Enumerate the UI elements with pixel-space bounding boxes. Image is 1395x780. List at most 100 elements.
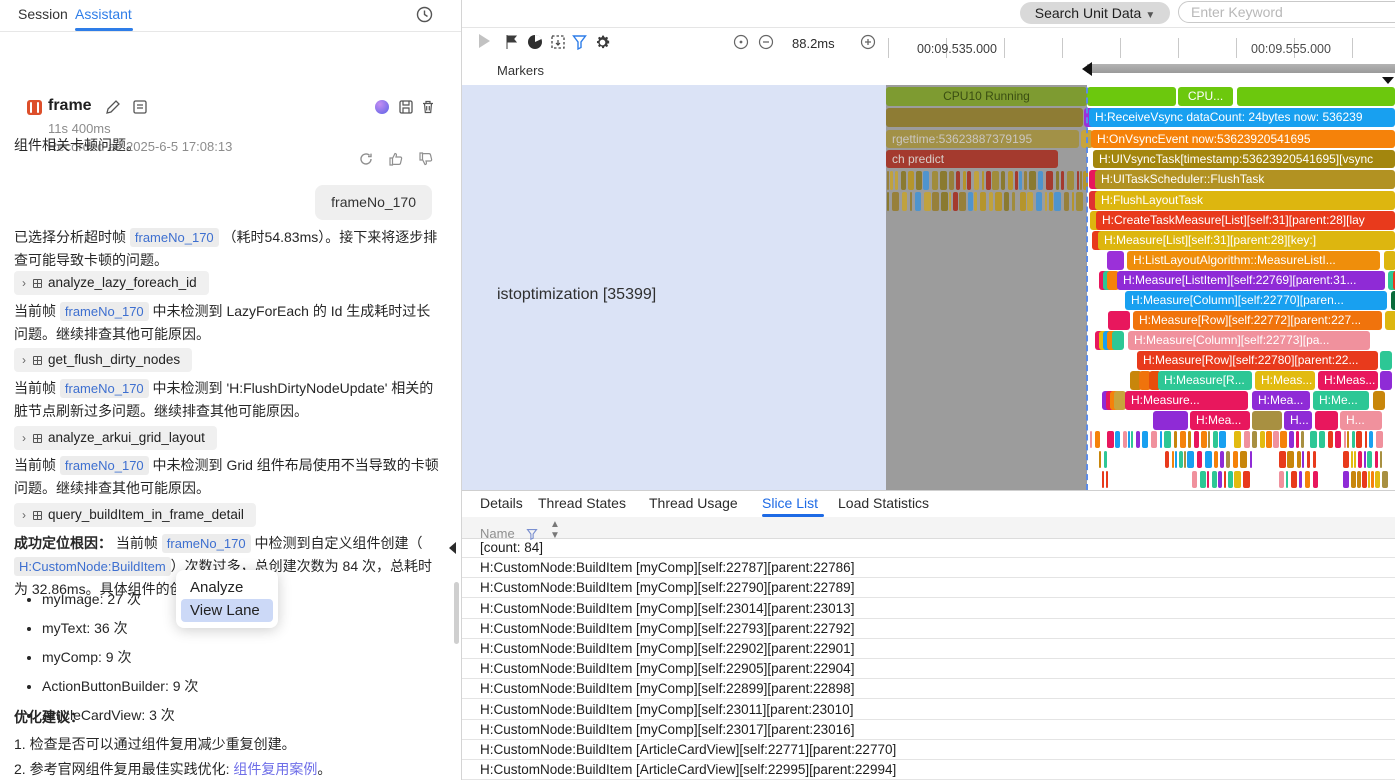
trace-slice[interactable]: H:CreateTaskMeasure[List][self:31][paren…	[1096, 211, 1395, 230]
trace-tick[interactable]	[1080, 171, 1082, 190]
trace-tick[interactable]	[1175, 451, 1177, 468]
trace-tick[interactable]	[1095, 431, 1100, 448]
trace-slice[interactable]: H:Mea...	[1190, 411, 1250, 430]
trace-tick[interactable]	[1358, 451, 1362, 468]
trace-slice-fragment[interactable]	[1380, 351, 1392, 370]
trace-slice[interactable]: H:Measure[Column][self:22770][paren...	[1125, 291, 1387, 310]
trace-tick[interactable]	[1362, 471, 1367, 488]
trace-tick[interactable]	[1164, 431, 1171, 448]
trace-tick[interactable]	[1123, 431, 1127, 448]
trace-slice-fragment[interactable]	[1112, 331, 1124, 350]
trace-tick[interactable]	[1046, 171, 1053, 190]
trace-tick[interactable]	[1179, 451, 1183, 468]
trace-tick[interactable]	[1228, 471, 1233, 488]
trace-tick[interactable]	[901, 171, 906, 190]
reuse-case-link[interactable]: 组件复用案例	[233, 761, 317, 777]
trace-tick[interactable]	[1136, 431, 1140, 448]
trace-tick[interactable]	[953, 192, 958, 211]
trace-tick[interactable]	[1319, 431, 1325, 448]
trace-tick[interactable]	[1328, 431, 1333, 448]
trace-tick[interactable]	[887, 171, 889, 190]
save-icon[interactable]	[398, 99, 414, 115]
trace-tick[interactable]	[923, 171, 929, 190]
zoom-out-icon[interactable]	[758, 34, 774, 50]
trace-slice-fragment[interactable]	[1380, 371, 1392, 390]
table-row[interactable]: H:CustomNode:BuildItem [myComp][self:227…	[462, 619, 1395, 639]
trace-slice[interactable]: H:Measure[Row][self:22772][parent:227...	[1133, 311, 1382, 330]
trace-tick[interactable]	[1015, 171, 1018, 190]
trace-tick[interactable]	[1201, 431, 1207, 448]
trace-tick[interactable]	[1212, 471, 1217, 488]
trace-tick[interactable]	[916, 171, 922, 190]
trace-slice-fragment[interactable]	[1373, 391, 1385, 410]
trace-tick[interactable]	[1172, 451, 1174, 468]
trace-tick[interactable]	[895, 171, 898, 190]
trace-slice[interactable]: H:Me...	[1313, 391, 1369, 410]
delete-icon[interactable]	[420, 99, 436, 115]
trace-tick[interactable]	[986, 171, 991, 190]
trace-tick[interactable]	[1351, 471, 1356, 488]
trace-slice[interactable]: H...	[1284, 411, 1312, 430]
trace-tick[interactable]	[1038, 171, 1043, 190]
trace-tick[interactable]	[1214, 451, 1218, 468]
trace-tick[interactable]	[968, 192, 973, 211]
trace-tick[interactable]	[1090, 431, 1092, 448]
trace-tick[interactable]	[1234, 471, 1241, 488]
trace-tick[interactable]	[1343, 471, 1349, 488]
trace-tick[interactable]	[1352, 431, 1355, 448]
trace-tick[interactable]	[1250, 451, 1252, 468]
trace-tick[interactable]	[1188, 431, 1191, 448]
trace-tick[interactable]	[1343, 451, 1349, 468]
trace-tick[interactable]	[1291, 471, 1297, 488]
trace-tick[interactable]	[1020, 192, 1026, 211]
menu-item-view-lane[interactable]: View Lane	[181, 599, 273, 622]
trace-tick[interactable]	[1067, 171, 1074, 190]
zoom-in-icon[interactable]	[860, 34, 876, 50]
trace-tick[interactable]	[1297, 451, 1301, 468]
table-row[interactable]: H:CustomNode:BuildItem [myComp][self:230…	[462, 599, 1395, 619]
trace-tick[interactable]	[1064, 192, 1069, 211]
trace-tick[interactable]	[1194, 431, 1199, 448]
trace-slice-fragment[interactable]	[886, 108, 1083, 127]
trace-tick[interactable]	[887, 192, 889, 211]
trace-tick[interactable]	[1115, 431, 1120, 448]
trace-tick[interactable]	[1218, 471, 1222, 488]
trace-tick[interactable]	[1286, 471, 1288, 488]
trace-tick[interactable]	[1128, 431, 1130, 448]
trace-slice[interactable]: H:Meas...	[1255, 371, 1315, 390]
trace-tick[interactable]	[1266, 431, 1272, 448]
trace-tick[interactable]	[1107, 431, 1114, 448]
trace-tick[interactable]	[1036, 192, 1042, 211]
trace-tick[interactable]	[1213, 431, 1218, 448]
tab-load-statistics[interactable]: Load Statistics	[838, 495, 929, 511]
trace-tick[interactable]	[1104, 451, 1107, 468]
trace-tick[interactable]	[932, 171, 938, 190]
settings-gear-icon[interactable]	[594, 34, 611, 51]
tool-call-analyze-lazy-foreach[interactable]: ›analyze_lazy_foreach_id	[14, 271, 209, 295]
trace-tick[interactable]	[1008, 171, 1013, 190]
trace-tick[interactable]	[908, 171, 914, 190]
trace-tick[interactable]	[1207, 471, 1209, 488]
trace-tick[interactable]	[1240, 451, 1247, 468]
frame-chip[interactable]: frameNo_170	[60, 456, 149, 475]
keyword-search-input[interactable]	[1178, 1, 1395, 23]
range-left-arrow-icon[interactable]	[1082, 62, 1092, 76]
trace-tick[interactable]	[1151, 431, 1157, 448]
trace-tick[interactable]	[1296, 431, 1299, 448]
tab-assistant[interactable]: Assistant	[75, 6, 132, 22]
trace-tick[interactable]	[1371, 471, 1374, 488]
trace-slice[interactable]: H:Measure[Row][self:22780][parent:22...	[1137, 351, 1378, 370]
trace-tick[interactable]	[974, 192, 977, 211]
table-row[interactable]: H:CustomNode:BuildItem [ArticleCardView]…	[462, 760, 1395, 780]
trace-tick[interactable]	[1180, 431, 1186, 448]
trace-tick[interactable]	[910, 192, 912, 211]
trace-tick[interactable]	[1197, 451, 1202, 468]
tab-thread-usage[interactable]: Thread Usage	[649, 495, 738, 511]
trace-tick[interactable]	[1233, 451, 1238, 468]
ai-model-icon[interactable]	[375, 100, 389, 114]
trace-slice[interactable]: ch predict	[886, 150, 1058, 168]
tab-slice-list[interactable]: Slice List	[762, 495, 818, 511]
trace-tick[interactable]	[1029, 171, 1036, 190]
trace-tick[interactable]	[963, 171, 966, 190]
trace-slice[interactable]: CPU10 Running	[886, 87, 1087, 106]
